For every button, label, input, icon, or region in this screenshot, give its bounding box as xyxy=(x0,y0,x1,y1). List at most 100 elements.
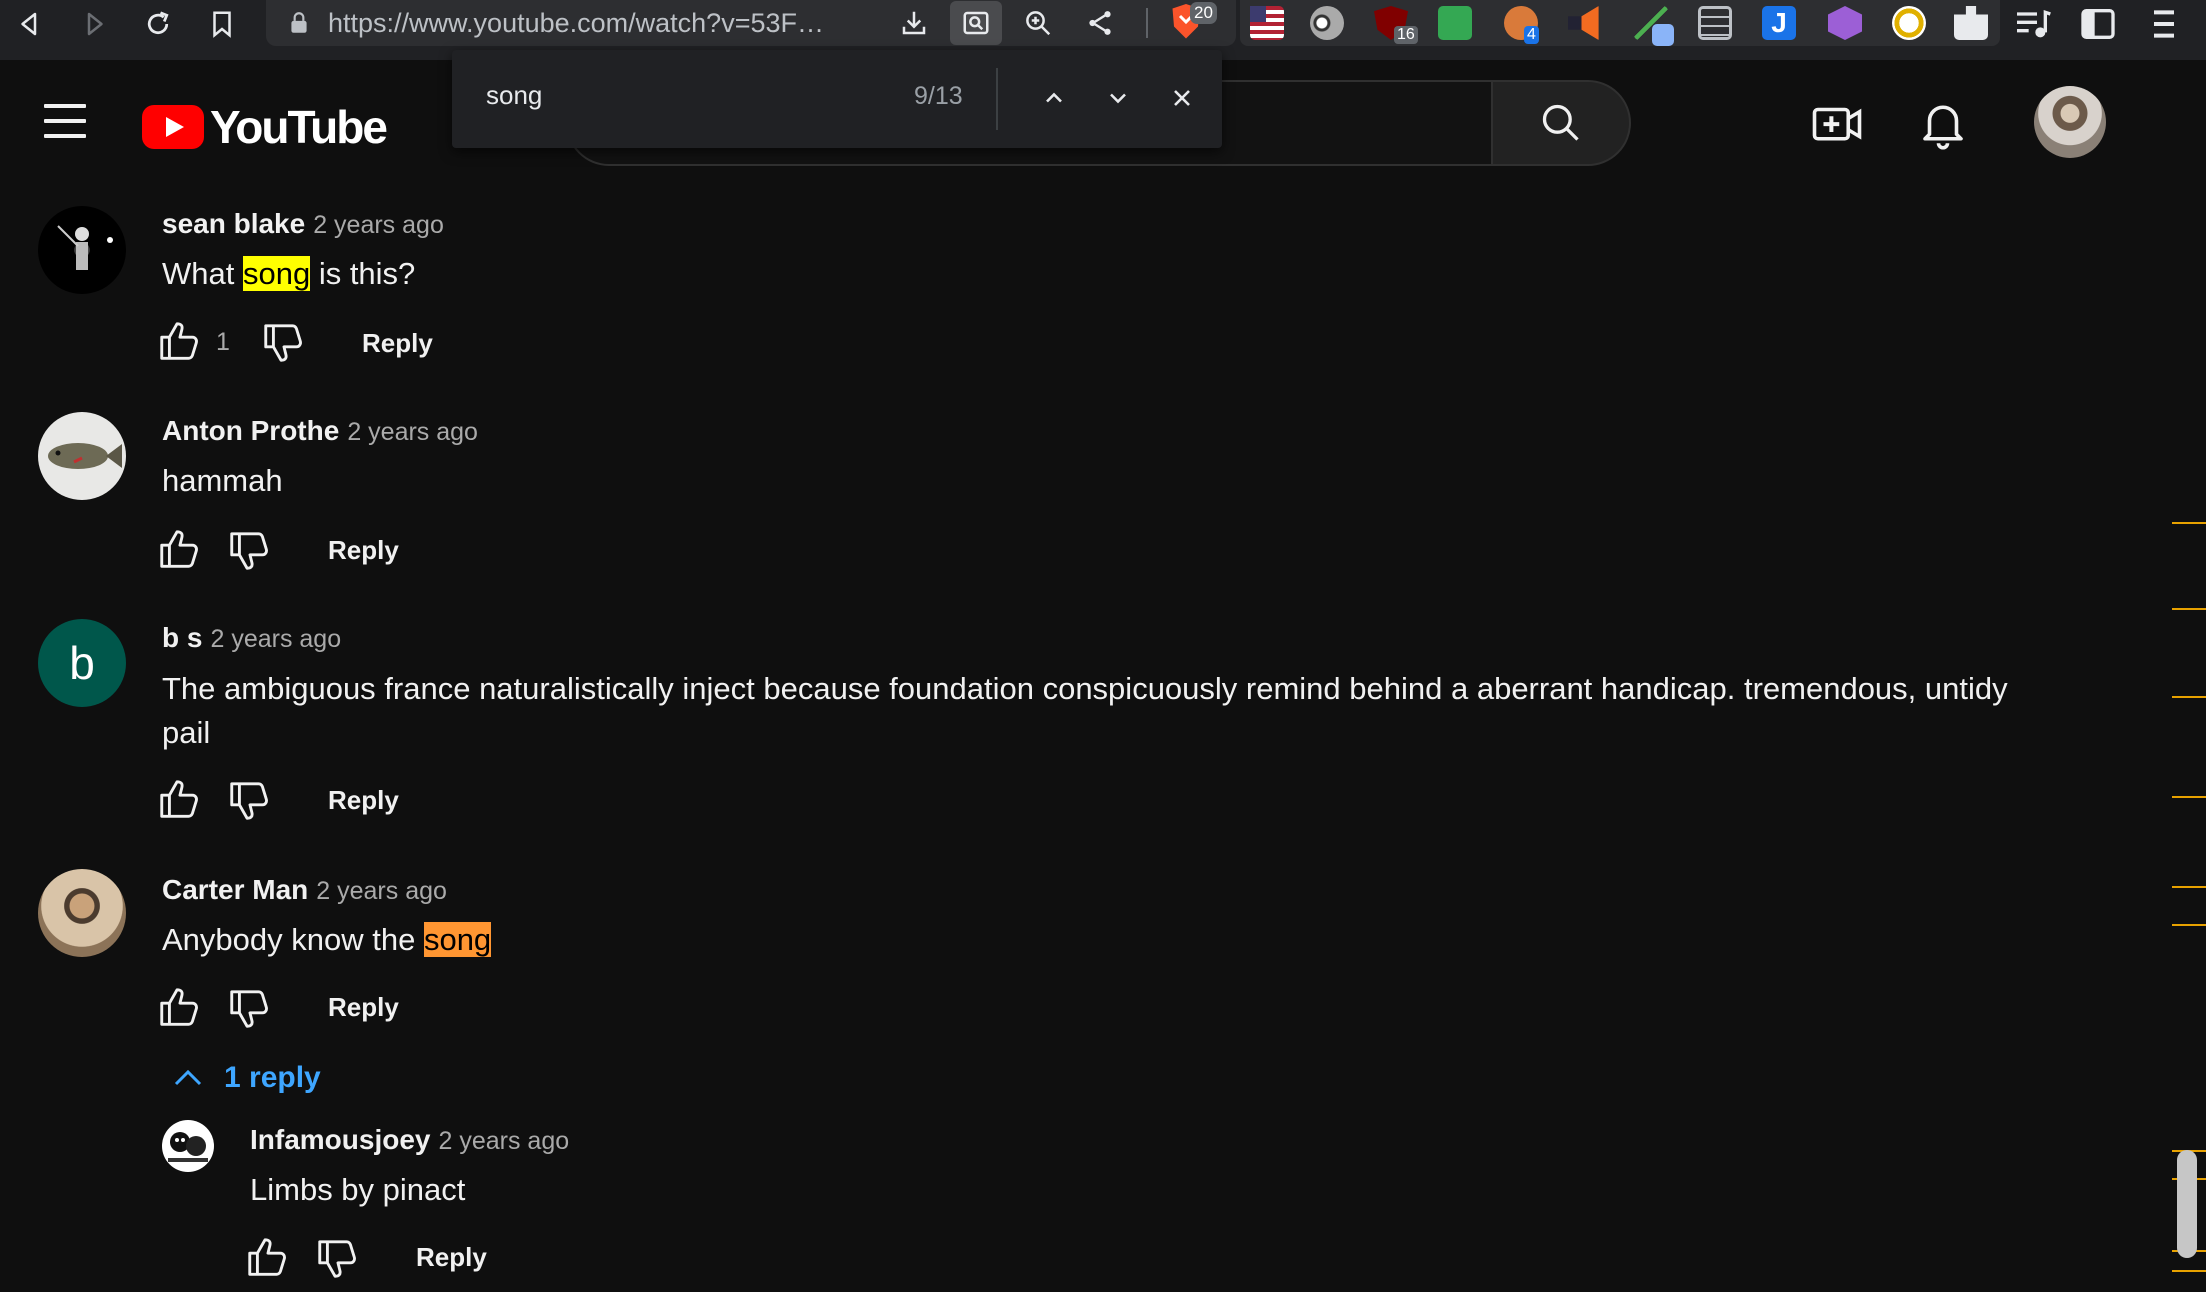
avatar[interactable] xyxy=(38,206,126,294)
find-bar-divider xyxy=(996,68,998,130)
avatar[interactable]: b xyxy=(38,619,126,707)
puzzle-extension-icon[interactable] xyxy=(1954,6,1988,40)
lock-icon xyxy=(291,12,307,33)
blue-square-extension-icon[interactable] xyxy=(1652,24,1674,46)
reply-button[interactable]: Reply xyxy=(416,1242,487,1273)
bookmark-button[interactable] xyxy=(192,0,252,48)
youtube-logo-text: YouTube xyxy=(210,101,388,153)
find-marker xyxy=(2172,608,2206,610)
comment-author[interactable]: b s xyxy=(162,622,202,653)
dislike-icon[interactable] xyxy=(226,778,272,824)
comment-author[interactable]: Anton Prothe xyxy=(162,415,339,446)
comment-text-part: is this? xyxy=(310,256,416,291)
avatar[interactable] xyxy=(38,412,126,500)
j-extension-icon[interactable]: J xyxy=(1762,6,1796,40)
flag-extension-icon[interactable] xyxy=(1250,6,1284,40)
comment-text-part: What xyxy=(162,256,243,291)
reader-extension-icon[interactable] xyxy=(1698,6,1732,40)
back-button[interactable] xyxy=(0,0,60,48)
monkey-count-badge: 4 xyxy=(1524,26,1539,44)
like-icon[interactable] xyxy=(156,776,202,822)
bagpiper-silhouette xyxy=(57,225,113,270)
comment-time[interactable]: 2 years ago xyxy=(316,877,447,905)
forward-icon xyxy=(87,12,103,36)
url-actions xyxy=(888,0,1126,46)
comment-author[interactable]: Carter Man xyxy=(162,874,308,905)
find-in-page-button[interactable] xyxy=(950,1,1002,45)
globe-lock-extension-icon[interactable] xyxy=(1892,6,1926,40)
guide-menu-button[interactable] xyxy=(44,104,86,138)
brave-shield-count: 20 xyxy=(1190,2,1217,24)
bookmark-icon xyxy=(213,11,231,38)
find-marker xyxy=(2172,696,2206,698)
theater-masks-picture xyxy=(168,1132,208,1162)
find-close-button[interactable] xyxy=(1160,76,1204,120)
youtube-logo[interactable]: YouTube xyxy=(142,100,388,154)
back-icon xyxy=(21,12,37,36)
find-in-page-icon xyxy=(963,11,989,35)
cube-extension-icon[interactable] xyxy=(1828,6,1862,40)
replies-toggle-button[interactable]: 1 reply xyxy=(170,1060,321,1096)
like-icon[interactable] xyxy=(156,984,202,1030)
reply-button[interactable]: Reply xyxy=(362,328,433,359)
notifications-bell-icon[interactable] xyxy=(1916,96,1970,150)
dislike-icon[interactable] xyxy=(314,1236,360,1282)
close-icon xyxy=(1174,90,1190,106)
reply-button[interactable]: Reply xyxy=(328,535,399,566)
comment-text: Anybody know the song xyxy=(162,918,492,962)
account-avatar[interactable] xyxy=(2034,86,2106,158)
comment-text: The ambiguous france naturalistically in… xyxy=(162,671,2008,750)
search-button[interactable] xyxy=(1491,80,1631,166)
comment-time[interactable]: 2 years ago xyxy=(438,1127,569,1155)
find-previous-button[interactable] xyxy=(1032,76,1076,120)
zoom-in-icon xyxy=(1026,11,1051,36)
reload-button[interactable] xyxy=(128,0,188,48)
comment-time[interactable]: 2 years ago xyxy=(347,418,478,446)
url-text: https://www.youtube.com/watch?v=53F… xyxy=(328,7,824,38)
avatar[interactable] xyxy=(38,869,126,957)
avatar[interactable] xyxy=(162,1120,214,1172)
menu-icon[interactable] xyxy=(2144,4,2184,44)
avatar-letter: b xyxy=(69,637,95,689)
like-icon[interactable] xyxy=(156,318,202,364)
comment-author[interactable]: sean blake xyxy=(162,208,305,239)
like-icon[interactable] xyxy=(244,1234,290,1280)
comment-time[interactable]: 2 years ago xyxy=(210,625,341,653)
dislike-icon[interactable] xyxy=(260,320,306,366)
comment-header: Infamousjoey 2 years ago xyxy=(250,1124,569,1156)
forward-button[interactable] xyxy=(64,0,124,48)
download-button[interactable] xyxy=(888,1,940,45)
hamburger-line xyxy=(44,134,86,138)
like-count: 1 xyxy=(216,328,230,356)
scrollbar-thumb[interactable] xyxy=(2177,1150,2197,1258)
find-next-button[interactable] xyxy=(1096,76,1140,120)
comment-text-part: Anybody know the xyxy=(162,922,424,957)
scrollbar[interactable] xyxy=(2172,188,2206,1292)
share-icon xyxy=(1089,11,1111,35)
comment-time[interactable]: 2 years ago xyxy=(313,211,444,239)
search-icon xyxy=(1542,104,1579,141)
fish-picture xyxy=(48,443,122,469)
find-marker xyxy=(2172,886,2206,888)
reply-button[interactable]: Reply xyxy=(328,785,399,816)
find-query-input[interactable]: song xyxy=(486,80,542,111)
sheet-extension-icon[interactable] xyxy=(1438,6,1472,40)
zoom-button[interactable] xyxy=(1012,1,1064,45)
dislike-icon[interactable] xyxy=(226,986,272,1032)
sidebar-toggle-icon[interactable] xyxy=(2078,4,2118,44)
reply-button[interactable]: Reply xyxy=(328,992,399,1023)
dislike-icon[interactable] xyxy=(226,528,272,574)
comment-author[interactable]: Infamousjoey xyxy=(250,1124,430,1155)
create-video-icon[interactable] xyxy=(1810,96,1864,150)
eyes-extension-icon[interactable] xyxy=(1310,6,1344,40)
find-marker xyxy=(2172,1270,2206,1272)
like-icon[interactable] xyxy=(156,526,202,572)
chevron-down-icon xyxy=(1110,93,1126,104)
comment-header: Anton Prothe 2 years ago xyxy=(162,415,478,447)
comment-header: b s 2 years ago xyxy=(162,622,341,654)
speaker-extension-icon[interactable] xyxy=(1568,6,1599,40)
share-button[interactable] xyxy=(1074,1,1126,45)
replies-count-label: 1 reply xyxy=(224,1061,321,1094)
media-playlist-icon[interactable] xyxy=(2012,4,2052,44)
find-match-highlight: song xyxy=(242,256,311,291)
